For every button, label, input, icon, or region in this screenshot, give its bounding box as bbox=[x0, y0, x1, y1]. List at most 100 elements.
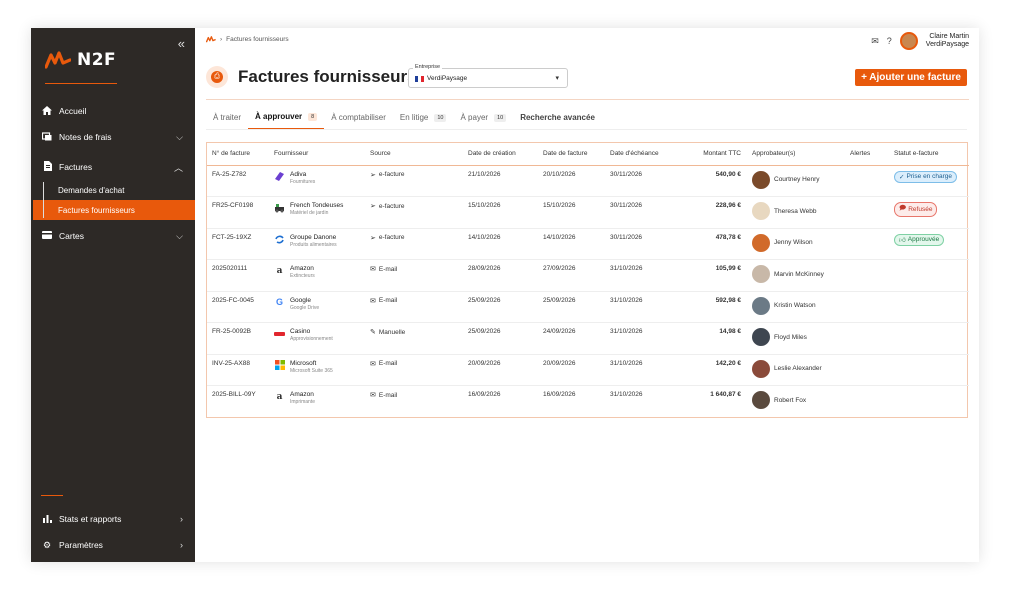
user-area: ✉ ? Claire Martin VerdiPaysage bbox=[871, 32, 969, 50]
invoice-number: FR-25-0092B bbox=[207, 322, 269, 355]
tab-a-traiter[interactable]: À traiter bbox=[206, 108, 248, 130]
created-date: 15/10/2026 bbox=[463, 196, 538, 229]
column-header[interactable]: Source bbox=[365, 143, 463, 166]
tab-a-comptabiliser[interactable]: À comptabiliser bbox=[324, 108, 393, 130]
tab-badge: 10 bbox=[434, 113, 447, 122]
table-row[interactable]: FCT-25-19XZ Groupe Danone Produits alimen… bbox=[207, 228, 969, 260]
due-date: 31/10/2026 bbox=[605, 354, 677, 386]
chevron-up-icon: ︿ bbox=[173, 162, 183, 173]
source: e-facture bbox=[378, 171, 405, 178]
mail-icon: ✉ bbox=[370, 392, 376, 399]
home-icon bbox=[41, 105, 53, 117]
user-name-block[interactable]: Claire Martin VerdiPaysage bbox=[926, 33, 969, 49]
supplier-category: Extincteurs bbox=[290, 273, 315, 279]
alerts bbox=[845, 322, 889, 355]
tab-a-payer[interactable]: À payer 10 bbox=[453, 108, 513, 130]
sidebar-item-factures-fournisseurs[interactable]: Factures fournisseurs bbox=[33, 200, 195, 220]
casino-logo-icon bbox=[274, 328, 285, 339]
table-row[interactable]: INV-25-AX88 Microsoft Microsoft Suite 365… bbox=[207, 354, 969, 386]
table-row[interactable]: FR25-CF0198 French Tondeuses Matériel de … bbox=[207, 196, 969, 229]
avatar[interactable] bbox=[899, 32, 918, 50]
sidebar-item-notes-de-frais[interactable]: Notes de frais ⌵ bbox=[31, 124, 195, 150]
supplier-category: Fournitures bbox=[290, 178, 316, 185]
invoice-icon bbox=[41, 161, 53, 173]
sidebar-item-demandes-achat[interactable]: Demandes d'achat bbox=[41, 180, 195, 200]
sidebar-bottom-nav: Stats et rapports › ⚙ Paramètres › bbox=[31, 506, 195, 558]
logo[interactable]: N2F bbox=[45, 50, 116, 70]
source: E-mail bbox=[378, 391, 398, 399]
column-header[interactable]: Alertes bbox=[845, 143, 889, 166]
table-row[interactable]: 2025020111 a Amazon Extincteurs ✉ E-mail 28… bbox=[207, 259, 969, 292]
microsoft-logo-icon bbox=[274, 360, 285, 371]
alerts bbox=[845, 196, 889, 229]
mail-icon: ✉ bbox=[370, 360, 376, 368]
n2f-logo-icon bbox=[45, 51, 71, 69]
source: E-mail bbox=[378, 360, 398, 367]
adiva-logo-icon bbox=[274, 171, 285, 182]
sidebar-item-accueil[interactable]: Accueil bbox=[31, 98, 195, 124]
approver-name: Leslie Alexander bbox=[774, 365, 822, 372]
tab-en-litige[interactable]: En litige 10 bbox=[393, 108, 454, 130]
french-tondeuses-logo-icon bbox=[274, 202, 285, 213]
amount: 592,98 € bbox=[677, 291, 747, 323]
column-header[interactable]: Date d'échéance bbox=[605, 143, 677, 166]
alerts bbox=[845, 259, 889, 292]
invoice-number: 2025-BILL-09Y bbox=[212, 391, 256, 398]
tab-badge: 8 bbox=[308, 112, 318, 121]
source: E-mail bbox=[378, 297, 398, 304]
supplier-name: Google bbox=[290, 296, 311, 304]
column-header[interactable]: N° de facture bbox=[207, 143, 269, 166]
table-header-row: N° de facture Fournisseur Source Date de… bbox=[207, 143, 969, 166]
tab-recherche-avancee[interactable]: Recherche avancée bbox=[513, 108, 602, 130]
sidebar-item-factures[interactable]: Factures ︿ bbox=[31, 154, 195, 180]
approver-name: Courtney Henry bbox=[774, 176, 820, 183]
amount: 105,99 € bbox=[677, 259, 747, 292]
tab-a-approuver[interactable]: À approuver 8 bbox=[248, 108, 325, 130]
chevron-down-icon: ⌵ bbox=[176, 230, 183, 241]
invoice-date: 20/09/2026 bbox=[538, 354, 605, 386]
table-row[interactable]: 2025-BILL-09Y a Amazon Imprimante ✉ E-mail … bbox=[207, 386, 969, 418]
help-icon[interactable]: ? bbox=[887, 36, 892, 46]
table-row[interactable]: FR-25-0092B Casino Approvisionnement ✎ Man… bbox=[207, 322, 969, 355]
double-chevron-left-icon[interactable]: « bbox=[178, 36, 185, 51]
amount: 478,78 € bbox=[677, 228, 747, 260]
n2f-logo-icon[interactable] bbox=[206, 36, 216, 43]
chevron-down-icon: ⌵ bbox=[176, 131, 183, 142]
invoice-number: FCT-25-19XZ bbox=[207, 228, 269, 260]
invoice-number: INV-25-AX88 bbox=[207, 354, 269, 386]
column-header[interactable]: Statut e-facture bbox=[889, 143, 969, 166]
supplier-name: Casino bbox=[290, 328, 311, 335]
column-header[interactable]: Approbateur(s) bbox=[747, 143, 845, 166]
source: e-facture bbox=[378, 234, 405, 241]
avatar bbox=[752, 202, 770, 220]
danone-logo-icon bbox=[274, 234, 285, 245]
entreprise-select[interactable]: Entreprise VerdiPaysage ▾ bbox=[408, 64, 568, 88]
supplier-category: Produits alimentaires bbox=[290, 241, 337, 248]
alerts bbox=[845, 228, 889, 260]
brand-name: N2F bbox=[77, 50, 117, 70]
column-header[interactable]: Date de création bbox=[463, 143, 538, 166]
avatar bbox=[752, 359, 770, 378]
table-row[interactable]: FA-25-Z782 Adiva Fournitures ➢ e-facture 2… bbox=[207, 165, 969, 197]
column-header[interactable]: Fournisseur bbox=[269, 143, 365, 166]
add-invoice-button[interactable]: + Ajouter une facture bbox=[855, 69, 967, 86]
send-icon: ➢ bbox=[370, 203, 376, 210]
sidebar-item-parametres[interactable]: ⚙ Paramètres › bbox=[31, 532, 195, 558]
status-badge: 🗩 Refusée bbox=[894, 202, 938, 217]
column-header[interactable]: Date de facture bbox=[538, 143, 605, 166]
table-row[interactable]: 2025-FC-0045 G Google Google Drive ✉ E-mail… bbox=[207, 291, 969, 323]
sidebar-item-label: Accueil bbox=[59, 106, 87, 116]
supplier-name: Microsoft bbox=[290, 359, 317, 367]
mail-icon[interactable]: ✉ bbox=[871, 36, 879, 47]
sidebar-item-label: Demandes d'achat bbox=[58, 185, 125, 195]
thumbs-up-icon: 👍︎ bbox=[899, 236, 906, 244]
column-header[interactable]: Montant TTC bbox=[677, 143, 747, 166]
source: E-mail bbox=[378, 265, 398, 273]
sidebar-item-stats[interactable]: Stats et rapports › bbox=[31, 506, 195, 532]
created-date: 21/10/2026 bbox=[463, 165, 538, 197]
invoice-number: FA-25-Z782 bbox=[207, 165, 269, 197]
divider bbox=[45, 83, 117, 84]
due-date: 31/10/2026 bbox=[610, 391, 643, 398]
supplier-name: French Tondeuses bbox=[290, 202, 344, 209]
sidebar-item-cartes[interactable]: Cartes ⌵ bbox=[31, 223, 195, 249]
